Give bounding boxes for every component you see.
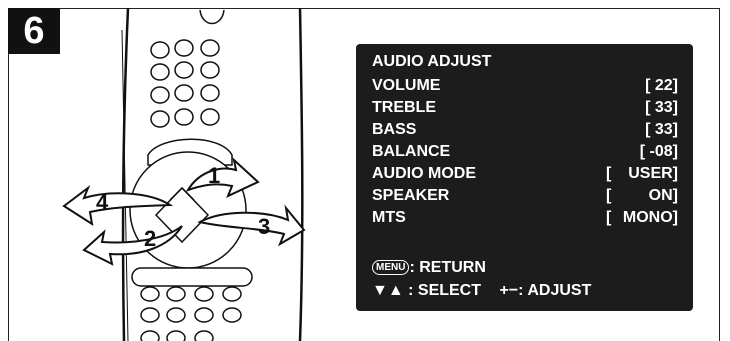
menu-row-label: AUDIO MODE xyxy=(372,165,476,182)
menu-row-bracket: [ xyxy=(606,209,612,226)
menu-row-value: USER] xyxy=(628,165,678,182)
menu-row-bracket: [ xyxy=(606,187,612,204)
menu-row-value: [ 33] xyxy=(645,121,678,138)
menu-row-bass[interactable]: BASS [ 33] xyxy=(372,121,678,143)
menu-row-treble[interactable]: TREBLE [ 33] xyxy=(372,99,678,121)
arrow-label-2: 2 xyxy=(144,226,156,251)
step-number-badge: 6 xyxy=(8,8,60,54)
menu-row-value: ON] xyxy=(648,187,678,204)
footer-navigation: ▼▲ : SELECT +−: ADJUST xyxy=(372,282,591,300)
menu-row-value: [ 33] xyxy=(645,99,678,116)
footer-return: MENU: RETURN xyxy=(372,259,486,277)
arrow-label-1: 1 xyxy=(208,163,220,188)
select-hint: : SELECT xyxy=(403,282,482,299)
return-hint: : RETURN xyxy=(409,259,486,276)
bottom-keys xyxy=(131,267,253,341)
menu-row-audio-mode[interactable]: AUDIO MODE [ USER] xyxy=(372,165,678,187)
menu-row-label: VOLUME xyxy=(372,77,441,94)
number-keypad xyxy=(150,39,220,128)
menu-row-label: BASS xyxy=(372,121,417,138)
menu-row-label: MTS xyxy=(372,209,406,226)
menu-row-label: SPEAKER xyxy=(372,187,450,204)
menu-row-label: BALANCE xyxy=(372,143,451,160)
top-button xyxy=(199,9,225,25)
arrow-label-3: 3 xyxy=(258,214,270,239)
audio-adjust-menu: AUDIO ADJUST VOLUME [ 22] TREBLE [ 33] B… xyxy=(356,44,693,311)
adjust-hint: : ADJUST xyxy=(518,282,592,299)
select-arrows-icon: ▼▲ xyxy=(372,282,404,299)
adjust-arrows-icon: +− xyxy=(499,282,519,299)
menu-row-value: MONO] xyxy=(622,209,678,226)
menu-row-label: TREBLE xyxy=(372,99,436,116)
arrow-label-4: 4 xyxy=(96,190,109,215)
menu-row-balance[interactable]: BALANCE [ -08] xyxy=(372,143,678,165)
menu-row-mts[interactable]: MTS [ MONO] xyxy=(372,209,678,231)
menu-title: AUDIO ADJUST xyxy=(372,53,492,70)
menu-key-icon: MENU xyxy=(372,260,410,275)
menu-row-value: [ -08] xyxy=(639,143,678,160)
menu-row-bracket: [ xyxy=(606,165,612,182)
menu-row-volume[interactable]: VOLUME [ 22] xyxy=(372,77,678,99)
menu-row-value: [ 22] xyxy=(645,77,678,94)
menu-row-speaker[interactable]: SPEAKER [ ON] xyxy=(372,187,678,209)
